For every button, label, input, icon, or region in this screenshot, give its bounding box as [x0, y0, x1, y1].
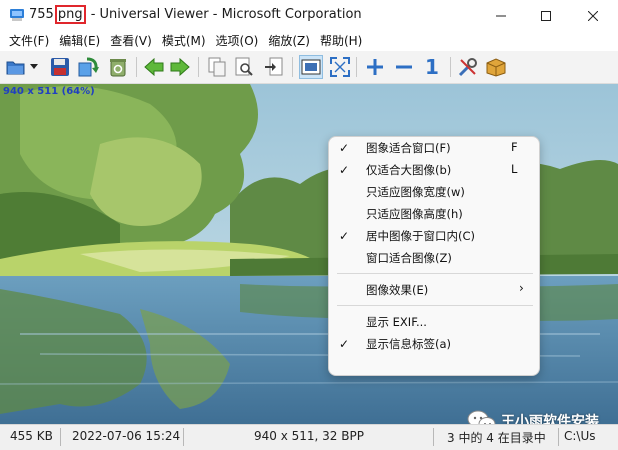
toolbar: 1 [0, 51, 618, 84]
toolbar-separator [450, 57, 451, 77]
recycle-icon [110, 59, 126, 77]
status-path: C:\Us [564, 429, 596, 443]
title-bar[interactable]: 755 png - Universal Viewer - Microsoft Co… [0, 0, 618, 31]
fullscreen-button[interactable] [328, 55, 352, 79]
menu-item-label: 图像效果(E) [366, 283, 429, 297]
status-position: 3 中的 4 在目录中 [447, 431, 546, 445]
status-divider [60, 428, 61, 446]
menu-item-label: 图象适合窗口(F) [366, 141, 451, 155]
menu-item-label: 居中图像于窗口内(C) [366, 229, 476, 243]
tools-icon [458, 58, 477, 77]
maximize-button[interactable] [523, 0, 569, 31]
menu-item-label: 只适应图像宽度(w) [366, 185, 465, 199]
tools-button[interactable] [456, 55, 480, 79]
menu-bar: 文件(F) 编辑(E) 查看(V) 模式(M) 选项(O) 缩放(Z) 帮助(H… [0, 31, 618, 51]
check-icon: ✓ [339, 141, 350, 155]
title-app-name: - Universal Viewer - Microsoft Corporati… [90, 7, 362, 22]
menu-item-label: 只适应图像高度(h) [366, 207, 463, 221]
check-icon: ✓ [339, 337, 350, 351]
toolbar-separator [198, 57, 199, 77]
reload-button[interactable] [76, 55, 100, 79]
menu-separator [337, 305, 533, 306]
reload-icon [78, 57, 99, 77]
menu-separator [337, 273, 533, 274]
fit-window-button[interactable] [299, 55, 323, 79]
menu-item-label: 窗口适合图像(Z) [366, 251, 452, 265]
submenu-arrow-icon: › [519, 281, 524, 295]
open-button[interactable] [4, 55, 28, 79]
status-date: 2022-07-06 15:24 [72, 429, 181, 443]
zoom-in-button[interactable] [363, 55, 387, 79]
title-extension-highlight: png [54, 5, 86, 24]
next-button[interactable] [168, 55, 192, 79]
zoom-out-button[interactable] [392, 55, 416, 79]
dropdown-arrow-icon [30, 64, 38, 69]
status-divider [558, 428, 559, 446]
status-divider [183, 428, 184, 446]
previous-button[interactable] [142, 55, 166, 79]
menu-view[interactable]: 查看(V) [105, 31, 157, 51]
menu-item-window-fit-image[interactable]: 窗口适合图像(Z) [329, 247, 541, 269]
zoom-in-icon [367, 59, 383, 75]
check-icon: ✓ [339, 163, 350, 177]
close-icon [588, 10, 598, 21]
menu-help[interactable]: 帮助(H) [315, 31, 367, 51]
window-title: 755 png - Universal Viewer - Microsoft Co… [29, 5, 362, 24]
menu-item-show-info-label[interactable]: ✓ 显示信息标签(a) [329, 333, 541, 355]
menu-item-label: 显示信息标签(a) [366, 337, 452, 351]
fit-window-icon [301, 59, 321, 75]
menu-item-shortcut: F [511, 140, 518, 154]
package-button[interactable] [484, 55, 508, 79]
arrow-right-icon [170, 58, 190, 76]
menu-zoom[interactable]: 缩放(Z) [263, 31, 315, 51]
save-icon [51, 58, 69, 76]
fullscreen-icon [330, 57, 350, 77]
check-icon: ✓ [339, 229, 350, 243]
menu-item-center-image[interactable]: ✓ 居中图像于窗口内(C) [329, 225, 541, 247]
copy-button[interactable] [205, 55, 229, 79]
arrow-left-icon [144, 58, 164, 76]
status-bar: 455 KB 2022-07-06 15:24 940 x 511, 32 BP… [0, 424, 618, 450]
menu-item-shortcut: L [511, 162, 518, 176]
minimize-button[interactable] [478, 0, 524, 31]
status-divider [433, 428, 434, 446]
print-preview-icon [235, 57, 253, 76]
image-info-label: 940 x 511 (64%) [3, 86, 95, 97]
export-icon [265, 57, 283, 76]
maximize-icon [541, 10, 551, 21]
toolbar-separator [356, 57, 357, 77]
export-button[interactable] [262, 55, 286, 79]
close-button[interactable] [570, 0, 616, 31]
save-button[interactable] [48, 55, 72, 79]
menu-item-fit-large-only[interactable]: ✓ 仅适合大图像(b) L [329, 159, 541, 181]
status-dimensions: 940 x 511, 32 BPP [254, 429, 364, 443]
zoom-out-icon [396, 65, 412, 69]
toolbar-separator [136, 57, 137, 77]
menu-item-image-effects[interactable]: 图像效果(E) › [329, 279, 541, 301]
toolbar-separator [292, 57, 293, 77]
minimize-icon [496, 15, 506, 16]
menu-file[interactable]: 文件(F) [4, 31, 54, 51]
app-icon [10, 9, 24, 21]
package-icon [486, 58, 506, 77]
menu-item-fit-height[interactable]: 只适应图像高度(h) [329, 203, 541, 225]
context-menu: ✓ 图象适合窗口(F) F ✓ 仅适合大图像(b) L 只适应图像宽度(w) 只… [328, 136, 540, 376]
menu-item-label: 仅适合大图像(b) [366, 163, 452, 177]
menu-item-label: 显示 EXIF... [366, 315, 427, 329]
menu-mode[interactable]: 模式(M) [157, 31, 211, 51]
menu-item-fit-width[interactable]: 只适应图像宽度(w) [329, 181, 541, 203]
open-icon [6, 61, 25, 75]
title-filename: 755 [29, 7, 54, 22]
recycle-button[interactable] [106, 55, 130, 79]
status-file-size: 455 KB [10, 429, 53, 443]
menu-item-show-exif[interactable]: 显示 EXIF... [329, 311, 541, 333]
copy-icon [208, 57, 226, 77]
zoom-original-button[interactable]: 1 [420, 55, 444, 79]
open-dropdown-button[interactable] [28, 55, 40, 79]
menu-edit[interactable]: 编辑(E) [54, 31, 105, 51]
menu-options[interactable]: 选项(O) [211, 31, 264, 51]
print-preview-button[interactable] [232, 55, 256, 79]
menu-item-fit-to-window[interactable]: ✓ 图象适合窗口(F) F [329, 137, 541, 159]
